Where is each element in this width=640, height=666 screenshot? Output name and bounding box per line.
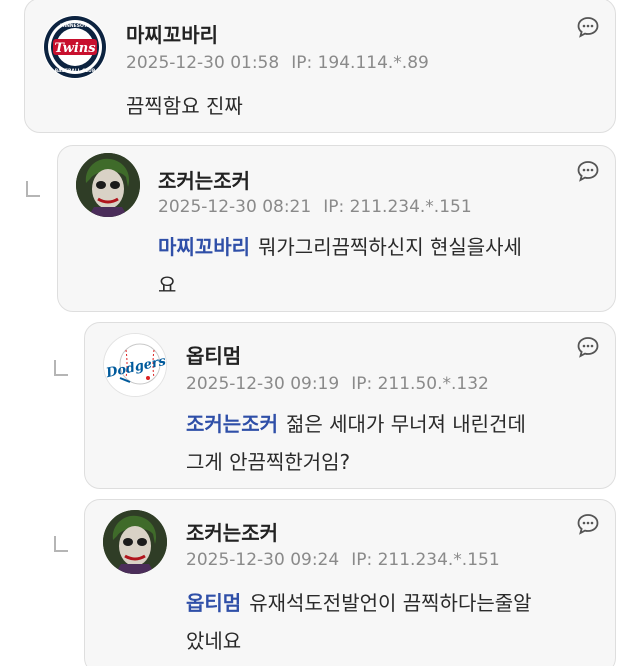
joker-avatar-icon [76,153,140,217]
minnesota-twins-logo-icon: Twins MINNESOTA BASEBALL CLUB [44,16,106,78]
avatar[interactable]: Dodgers [103,333,167,397]
comment-text: 끔찍함요 진짜 [126,94,243,118]
comment-nickname[interactable]: 조커는조커 [186,517,278,546]
comment-body: 조커는조커 젊은 세대가 무너져 내린건데 그게 안끔찍한거임? [186,405,606,481]
comment-card: 조커는조커 2025-12-30 09:24 IP: 211.234.*.151 … [84,499,616,666]
comment-text: 았네요 [186,629,242,653]
comment-date: 2025-12-30 01:58 [126,53,280,73]
comment-text: 젊은 세대가 무너져 내린건데 [286,412,526,436]
logo-text: Twins [54,41,96,56]
reply-bubble-icon[interactable] [576,335,600,359]
joker-avatar-icon [103,510,167,574]
comment-body: 마찌꼬바리 뭐가그리끔찍하신지 현실을사세 요 [158,228,598,304]
comment-ip: IP: 194.114.*.89 [291,53,429,73]
comment-ip: IP: 211.234.*.151 [351,550,500,570]
reply-indent-arrow [26,181,40,197]
comment-text: 뭐가그리끔찍하신지 현실을사세 [258,235,522,259]
comment-meta: 2025-12-30 09:19 IP: 211.50.*.132 [186,374,489,394]
comment-text: 그게 안끔찍한거임? [186,450,351,474]
comment-body: 옵티멈 유재석도전발언이 끔찍하다는줄알 았네요 [186,584,606,660]
comment-nickname[interactable]: 조커는조커 [158,165,250,194]
comment-line: 마찌꼬바리 뭐가그리끔찍하신지 현실을사세 [158,228,598,266]
comment-nickname[interactable]: 옵티멈 [186,340,241,369]
reply-bubble-icon[interactable] [576,15,600,39]
logo-text: MINNESOTA [60,23,91,29]
reply-bubble-icon[interactable] [576,159,600,183]
avatar[interactable] [76,153,140,217]
mention-link[interactable]: 옵티멈 [186,591,241,615]
comment-card: 조커는조커 2025-12-30 08:21 IP: 211.234.*.151 … [57,145,616,312]
avatar[interactable] [103,510,167,574]
mention-link[interactable]: 조커는조커 [186,412,278,436]
comment-meta: 2025-12-30 08:21 IP: 211.234.*.151 [158,197,472,217]
comment-ip: IP: 211.234.*.151 [323,197,472,217]
comment-meta: 2025-12-30 01:58 IP: 194.114.*.89 [126,53,429,73]
comment-card: Twins MINNESOTA BASEBALL CLUB 마찌꼬바리 2025… [24,0,616,133]
comment-date: 2025-12-30 08:21 [158,197,312,217]
comment-body: 끔찍함요 진짜 [126,87,243,125]
dodgers-logo-icon: Dodgers [104,334,166,396]
comment-card: Dodgers 옵티멈 2025-12-30 09:19 IP: 211.50.*… [84,322,616,489]
reply-indent-arrow [54,360,68,376]
comment-text: 요 [158,273,177,297]
comment-date: 2025-12-30 09:19 [186,374,340,394]
mention-link[interactable]: 마찌꼬바리 [158,235,250,259]
avatar[interactable]: Twins MINNESOTA BASEBALL CLUB [43,15,107,79]
comment-nickname[interactable]: 마찌꼬바리 [126,19,218,48]
comment-date: 2025-12-30 09:24 [186,550,340,570]
comment-ip: IP: 211.50.*.132 [351,374,489,394]
comment-line: 옵티멈 유재석도전발언이 끔찍하다는줄알 [186,584,606,622]
comment-text: 유재석도전발언이 끔찍하다는줄알 [249,591,532,615]
comment-line: 조커는조커 젊은 세대가 무너져 내린건데 [186,405,606,443]
reply-indent-arrow [54,536,68,552]
reply-bubble-icon[interactable] [576,512,600,536]
comment-meta: 2025-12-30 09:24 IP: 211.234.*.151 [186,550,500,570]
logo-text: BASEBALL CLUB [55,68,96,74]
